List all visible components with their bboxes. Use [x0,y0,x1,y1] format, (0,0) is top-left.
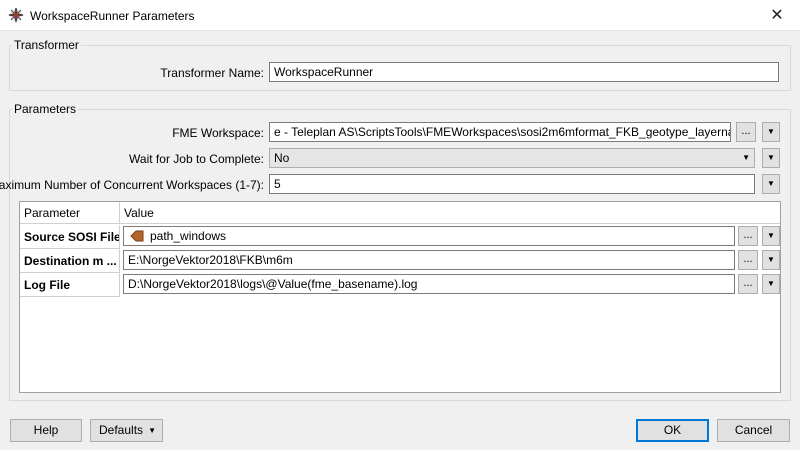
row-label-destination: Destination m ... [20,249,120,273]
source-sosi-file-browse-button[interactable]: ... [738,226,758,246]
log-file-input[interactable]: D:\NorgeVektor2018\logs\@Value(fme_basen… [123,274,735,294]
fme-workspace-label: FME Workspace: [172,126,264,140]
help-button[interactable]: Help [10,419,82,442]
source-sosi-file-value: path_windows [150,229,227,243]
fme-workspace-browse-button[interactable]: ... [736,122,756,142]
max-concurrent-input[interactable]: 5 [269,174,755,194]
max-concurrent-menu-button[interactable]: ▼ [762,174,780,194]
destination-browse-button[interactable]: ... [738,250,758,270]
log-file-browse-button[interactable]: ... [738,274,758,294]
cancel-button[interactable]: Cancel [717,419,790,442]
max-concurrent-label: Maximum Number of Concurrent Workspaces … [0,178,264,192]
chevron-down-icon: ▼ [742,153,750,162]
wait-for-job-label: Wait for Job to Complete: [129,152,264,166]
close-button[interactable]: ✕ [754,0,800,31]
destination-input[interactable]: E:\NorgeVektor2018\FKB\m6m [123,250,735,270]
defaults-button[interactable]: Defaults ▼ [90,419,163,442]
destination-menu-button[interactable]: ▼ [762,250,780,270]
transformer-name-input[interactable]: WorkspaceRunner [269,62,779,82]
attribute-icon [130,230,144,242]
row-label-log-file: Log File [20,273,120,297]
source-sosi-file-menu-button[interactable]: ▼ [762,226,780,246]
wait-for-job-menu-button[interactable]: ▼ [762,148,780,168]
wait-for-job-select[interactable]: No ▼ [269,148,755,168]
transformer-name-label: Transformer Name: [160,66,264,80]
wait-for-job-value: No [274,151,290,165]
parameters-group-label: Parameters [12,102,79,116]
fme-workspace-menu-button[interactable]: ▼ [762,122,780,142]
ok-button[interactable]: OK [636,419,709,442]
title-bar: WorkspaceRunner Parameters ✕ [0,0,800,31]
fme-transformer-icon [8,7,24,23]
log-file-menu-button[interactable]: ▼ [762,274,780,294]
chevron-down-icon: ▼ [148,426,156,435]
source-sosi-file-input[interactable]: path_windows [123,226,735,246]
row-label-source-sosi-file: Source SOSI File [20,225,120,249]
transformer-group-label: Transformer [12,38,81,52]
fme-workspace-input[interactable]: e - Teleplan AS\ScriptsTools\FMEWorkspac… [269,122,731,142]
table-header-parameter[interactable]: Parameter [20,202,120,224]
defaults-label: Defaults [99,423,144,437]
table-header-value[interactable]: Value [120,202,780,224]
window-title: WorkspaceRunner Parameters [30,9,195,23]
